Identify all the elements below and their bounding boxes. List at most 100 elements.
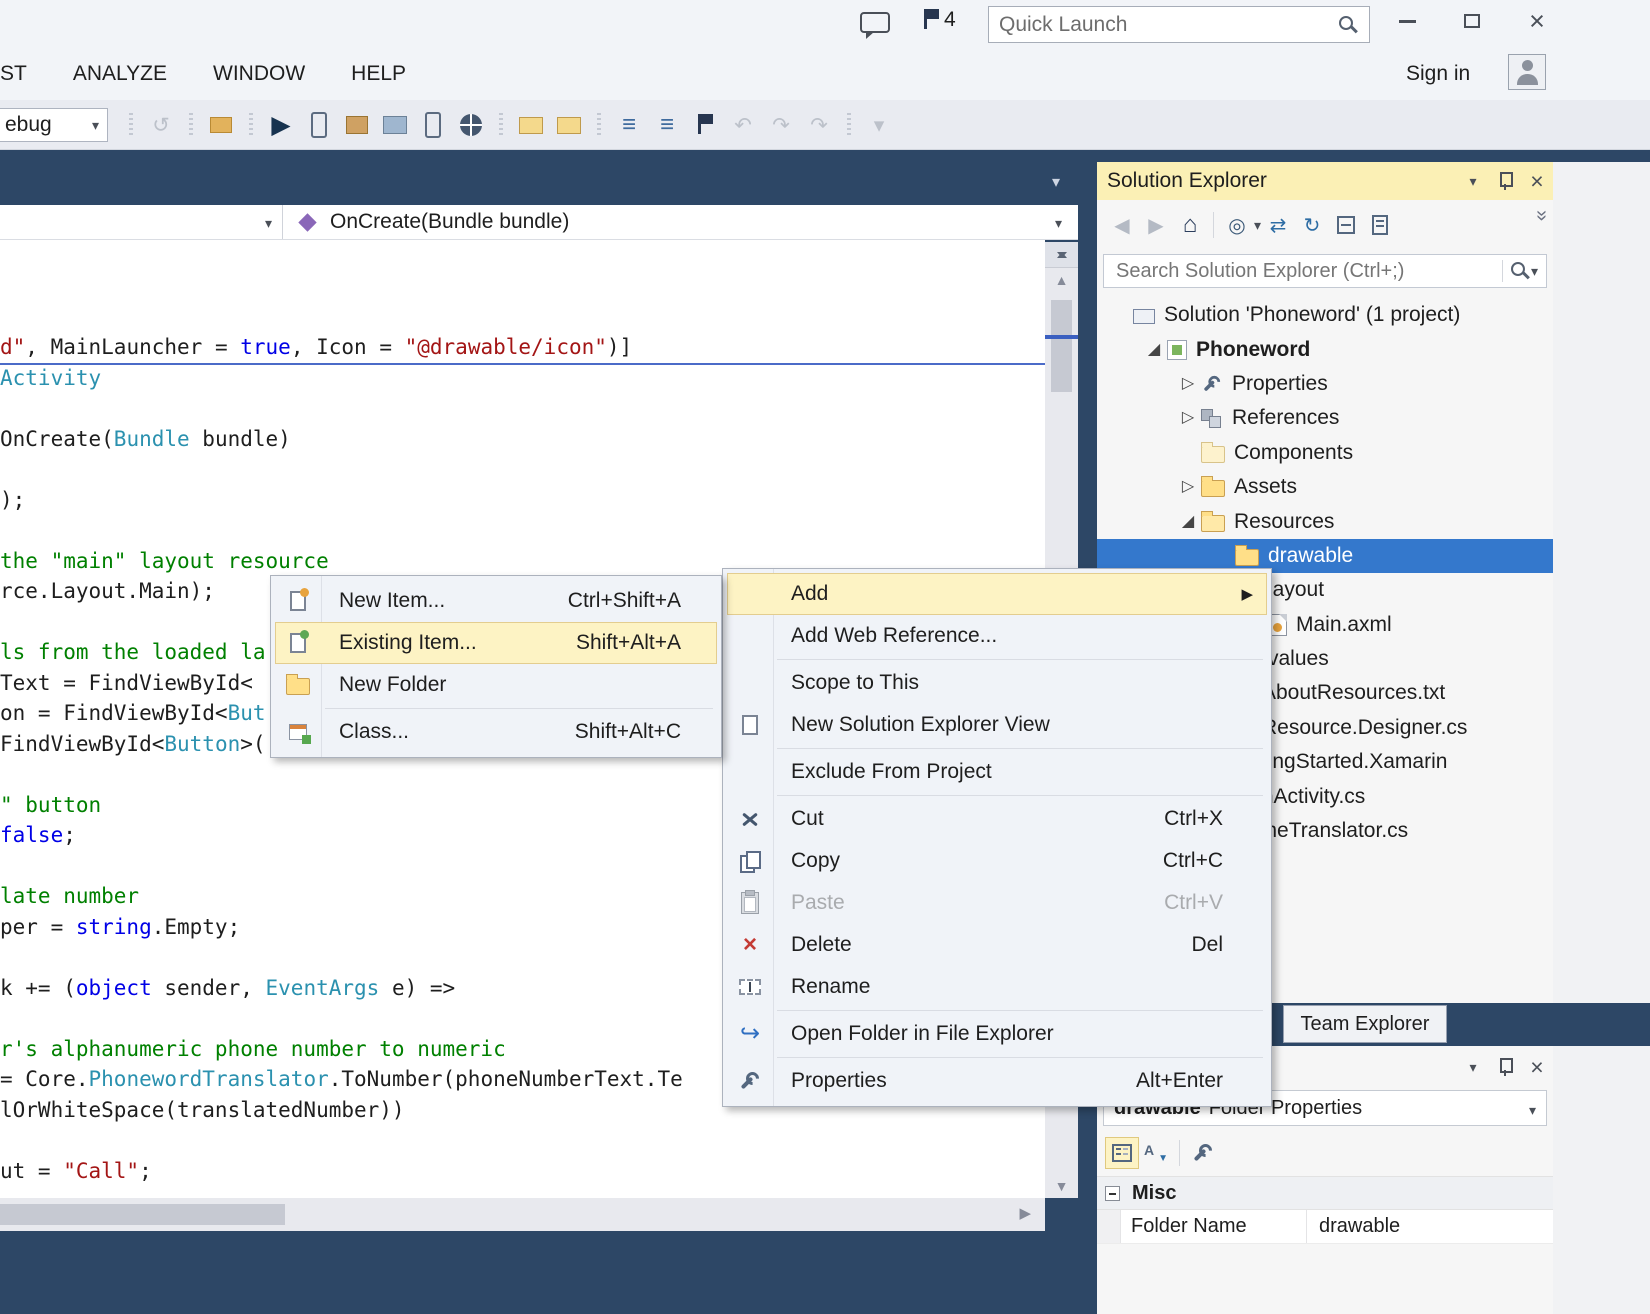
vertical-scrollbar-thumb[interactable] <box>1051 300 1072 392</box>
close-button[interactable]: × <box>1514 2 1560 40</box>
horizontal-scrollbar[interactable]: ▶ <box>0 1198 1045 1231</box>
expander-icon[interactable]: ▷ <box>1175 470 1201 504</box>
open-file-icon[interactable] <box>553 109 585 141</box>
tree-item-references[interactable]: ▷References <box>1097 401 1553 435</box>
feedback-button[interactable] <box>860 12 890 38</box>
menu-item-exclude-from-project[interactable]: Exclude From Project <box>727 751 1267 793</box>
screenshot-icon[interactable] <box>379 109 411 141</box>
property-row[interactable]: Folder Name drawable <box>1097 1210 1553 1244</box>
globe-icon[interactable] <box>455 109 487 141</box>
tree-item-solution-phoneword-1-project[interactable]: Solution 'Phoneword' (1 project) <box>1097 298 1553 332</box>
menu-item-class[interactable]: Class...Shift+Alt+C <box>275 711 717 753</box>
bookmark-icon[interactable] <box>689 109 721 141</box>
type-dropdown[interactable]: ▾ <box>0 205 283 239</box>
menu-item-delete[interactable]: ×DeleteDel <box>727 924 1267 966</box>
scroll-up-icon[interactable]: ▲ <box>1045 272 1078 288</box>
tab-team-explorer[interactable]: Team Explorer <box>1283 1005 1447 1043</box>
menu-analyze[interactable]: ANALYZE <box>73 62 167 86</box>
scroll-right-icon[interactable]: ▶ <box>1019 1204 1031 1222</box>
tree-item-phoneword[interactable]: ◢Phoneword <box>1097 332 1553 366</box>
toolbar-separator <box>1213 212 1214 238</box>
home-icon[interactable]: ⌂ <box>1173 209 1207 241</box>
close-panel-button[interactable]: × <box>1524 1055 1550 1079</box>
new-file-icon[interactable] <box>515 109 547 141</box>
property-pages-button[interactable] <box>1186 1137 1220 1169</box>
maximize-button[interactable] <box>1449 2 1495 40</box>
property-category-row[interactable]: Misc <box>1097 1176 1553 1210</box>
chevron-down-icon[interactable]: ▾ <box>1531 263 1538 280</box>
device-target-icon[interactable] <box>303 109 335 141</box>
menu-item-properties[interactable]: PropertiesAlt+Enter <box>727 1060 1267 1102</box>
expander-icon[interactable]: ◢ <box>1141 333 1167 367</box>
close-panel-button[interactable]: × <box>1524 169 1550 193</box>
indent-icon[interactable]: ≡ <box>613 109 645 141</box>
package-glyph <box>346 116 368 134</box>
categorized-button[interactable] <box>1105 1137 1139 1169</box>
menu-item-add-web-reference[interactable]: Add Web Reference... <box>727 615 1267 657</box>
scroll-down-icon[interactable]: ▼ <box>1045 1178 1078 1194</box>
quick-launch-box[interactable]: Quick Launch <box>988 6 1370 43</box>
collapse-all-icon[interactable] <box>1329 209 1363 241</box>
toolbar-overflow-icon[interactable]: ▾ <box>863 109 895 141</box>
tree-item-assets[interactable]: ▷Assets <box>1097 470 1553 504</box>
solution-configuration-dropdown[interactable]: ebug ▾ <box>0 108 108 142</box>
collapse-category-icon[interactable] <box>1105 1186 1120 1201</box>
account-button[interactable] <box>1508 54 1546 96</box>
search-icon[interactable] <box>1509 260 1531 282</box>
property-value[interactable]: drawable <box>1307 1210 1553 1243</box>
menu-window[interactable]: WINDOW <box>213 62 305 86</box>
splitter-handle[interactable] <box>1045 242 1078 268</box>
menu-item-open-folder-in-file-explorer[interactable]: ↪Open Folder in File Explorer <box>727 1013 1267 1055</box>
menu-item-cut[interactable]: CutCtrl+X <box>727 798 1267 840</box>
pin-button[interactable] <box>1492 1055 1518 1079</box>
menu-item-new-item[interactable]: New Item...Ctrl+Shift+A <box>275 580 717 622</box>
expander-icon[interactable]: ▷ <box>1175 401 1201 435</box>
menu-item-new-folder[interactable]: New Folder <box>275 664 717 706</box>
tree-item-components[interactable]: Components <box>1097 436 1553 470</box>
solution-explorer-search-box[interactable]: Search Solution Explorer (Ctrl+;) ▾ <box>1103 254 1547 288</box>
globe-glyph <box>460 114 482 136</box>
member-dropdown[interactable]: OnCreate(Bundle bundle) ▾ <box>283 205 1078 239</box>
menu-item-paste[interactable]: PasteCtrl+V <box>727 882 1267 924</box>
chevron-down-icon[interactable]: ▾ <box>1254 217 1261 234</box>
menu-item-copy[interactable]: CopyCtrl+C <box>727 840 1267 882</box>
menu-item-existing-item[interactable]: Existing Item...Shift+Alt+A <box>275 622 717 664</box>
sign-in-link[interactable]: Sign in <box>1406 62 1470 86</box>
package-icon[interactable] <box>341 109 373 141</box>
history-icon[interactable]: ↺ <box>145 109 177 141</box>
forward-icon[interactable]: ▶ <box>1139 209 1173 241</box>
tree-item-properties[interactable]: ▷Properties <box>1097 367 1553 401</box>
outdent-icon[interactable]: ≡ <box>651 109 683 141</box>
menu-item-label: Copy <box>773 849 1163 873</box>
scope-icon[interactable]: ◎ <box>1220 209 1254 241</box>
window-menu-button[interactable]: ▾ <box>1460 1055 1486 1079</box>
window-menu-button[interactable]: ▾ <box>1460 169 1486 193</box>
attach-icon[interactable] <box>205 109 237 141</box>
pin-button[interactable] <box>1492 169 1518 193</box>
start-debug-button[interactable]: ▶ <box>265 109 297 141</box>
menu-help[interactable]: HELP <box>351 62 406 86</box>
tree-item-label: drawable <box>1268 544 1353 568</box>
sync-with-active-document-icon[interactable]: ⇄ <box>1261 209 1295 241</box>
expander-icon[interactable]: ◢ <box>1175 505 1201 539</box>
refresh-icon[interactable]: ↻ <box>1295 209 1329 241</box>
navigate-forward-icon[interactable]: ↷ <box>765 109 797 141</box>
emulator-icon[interactable] <box>417 109 449 141</box>
menu-item-add[interactable]: Add▶ <box>727 573 1267 615</box>
horizontal-scrollbar-thumb[interactable] <box>0 1204 285 1225</box>
navigate-back-icon[interactable]: ↶ <box>727 109 759 141</box>
menu-test[interactable]: ST <box>0 62 27 86</box>
redo-icon[interactable]: ↷ <box>803 109 835 141</box>
tree-item-resources[interactable]: ◢Resources <box>1097 504 1553 538</box>
menu-item-scope-to-this[interactable]: Scope to This <box>727 662 1267 704</box>
show-all-files-icon[interactable] <box>1363 209 1397 241</box>
menu-item-rename[interactable]: Rename <box>727 966 1267 1008</box>
expander-icon[interactable]: ▷ <box>1175 367 1201 401</box>
alphabetical-button[interactable] <box>1139 1137 1173 1169</box>
back-icon[interactable]: ◀ <box>1105 209 1139 241</box>
menu-item-new-solution-explorer-view[interactable]: New Solution Explorer View <box>727 704 1267 746</box>
minimize-button[interactable] <box>1384 2 1430 40</box>
document-well-dropdown-icon[interactable]: ▾ <box>1052 172 1060 192</box>
notifications-button[interactable]: 4 <box>922 8 956 32</box>
toolbar-overflow-icon[interactable]: » <box>1530 210 1553 221</box>
